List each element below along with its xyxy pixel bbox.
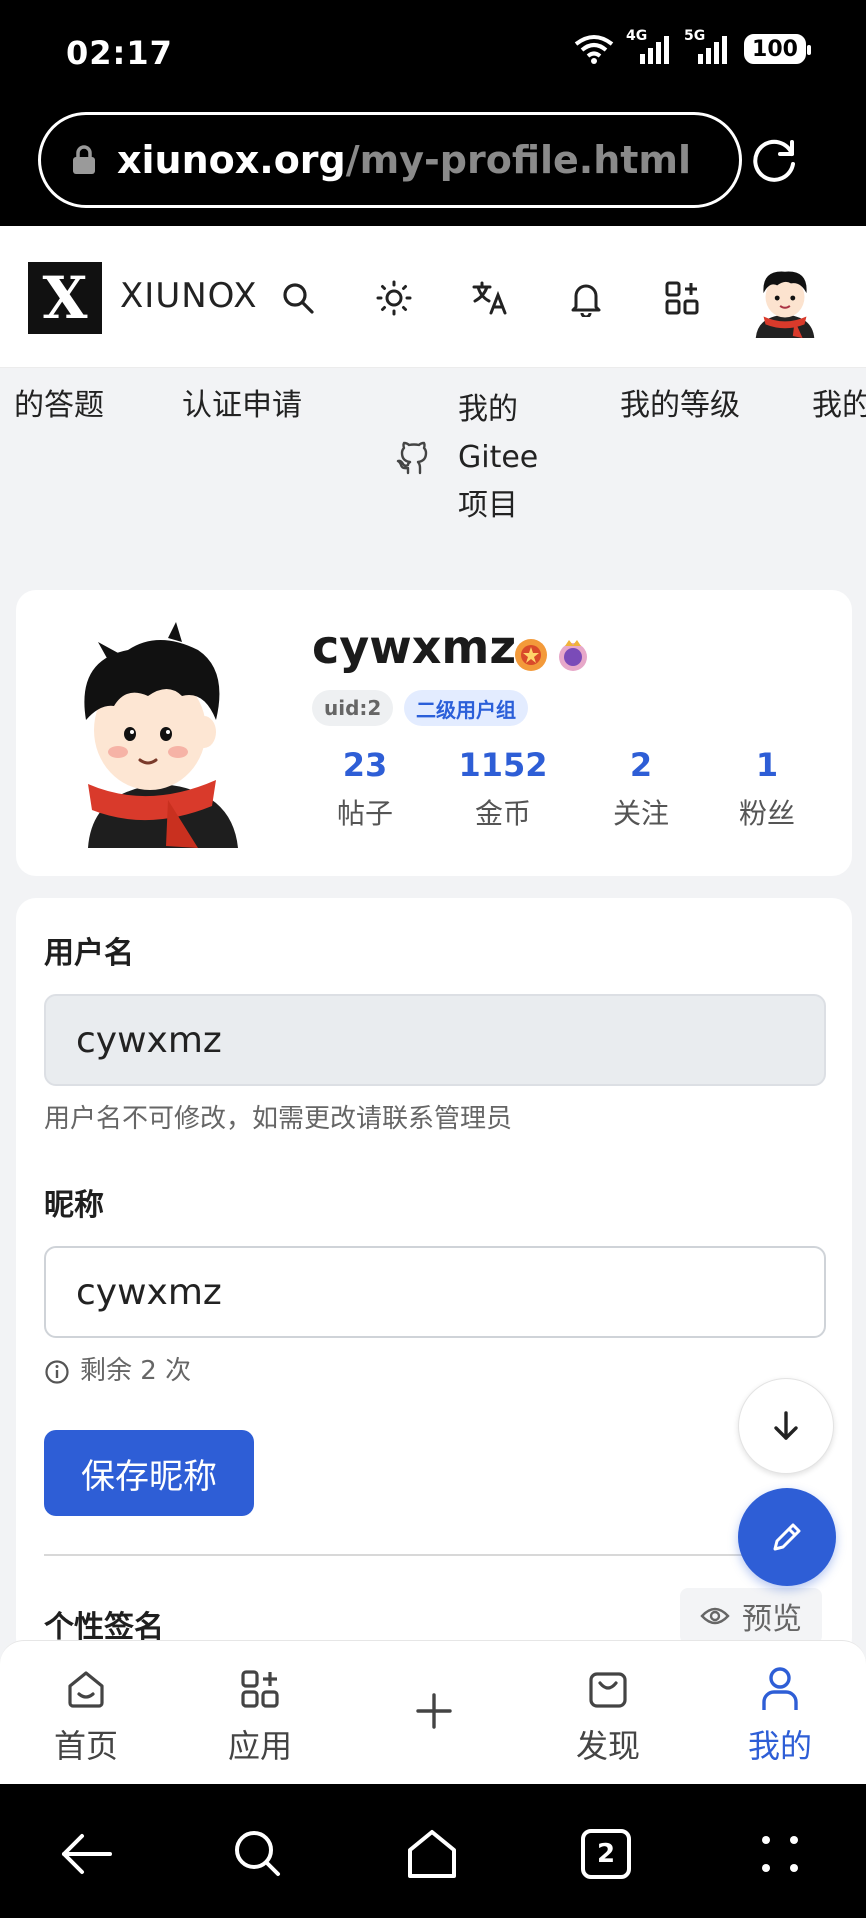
search-nav-icon[interactable] [230,1826,286,1882]
signal-4g-label: 4G [626,28,648,44]
uid-badge: uid:2 [312,690,394,726]
subnav-verification[interactable]: 认证申请 [182,382,302,430]
tab-apps[interactable]: 应用 [200,1667,320,1767]
logo-letter: X [42,264,88,332]
reload-icon[interactable] [748,134,800,186]
tab-mine-label: 我的 [747,1727,812,1765]
profile-avatar [48,620,276,848]
preview-button[interactable]: 预览 [680,1588,822,1644]
tab-home-label: 首页 [53,1727,118,1765]
theme-sun-icon[interactable] [372,276,416,320]
subnav-gitee-line2[interactable]: Gitee [458,434,538,482]
subnav-gitee-line1[interactable]: 我的 [458,386,518,434]
user-avatar[interactable] [746,260,824,338]
info-icon [45,1359,69,1384]
save-nickname-button[interactable]: 保存昵称 [44,1430,254,1516]
stat-followers-label: 粉丝 [738,797,795,830]
stat-coins-label: 金币 [474,797,531,830]
arrow-down-icon [774,1411,798,1440]
stat-following[interactable]: 2 关注 [586,746,696,832]
bottom-tab-bar: 首页 应用 发现 我的 [0,1640,866,1784]
profile-username: cywxmz [312,620,517,674]
back-icon[interactable] [58,1826,114,1882]
stat-posts[interactable]: 23 帖子 [310,746,420,832]
apps-icon [241,1670,279,1708]
subnav-my-level[interactable]: 我的等级 [620,382,740,430]
remaining-hint: 剩余 2 次 [44,1350,191,1387]
profile-form: 用户名 cywxmz 用户名不可修改，如需更改请联系管理员 昵称 cywxmz … [16,898,852,1658]
nickname-label: 昵称 [44,1188,104,1223]
remaining-hint-text: 剩余 2 次 [80,1356,192,1386]
signal-5g-icon: 5G [684,28,730,64]
crown-medal-icon [559,640,587,671]
profile-subnav: 的答题 认证申请 我的 Gitee 项目 我的等级 我的 [0,368,866,558]
shopping-bag-icon [589,1672,627,1708]
browser-toolbar: xiunox.org/my-profile.html [0,110,866,226]
tabs-count-icon[interactable]: 2 [578,1826,634,1882]
stat-posts-label: 帖子 [336,797,393,830]
status-icons: 4G 5G 100 [574,28,811,64]
search-icon[interactable] [276,276,320,320]
home-nav-icon[interactable] [404,1826,460,1882]
url-text: xiunox.org/my-profile.html [117,138,691,182]
stat-following-label: 关注 [612,797,669,830]
battery-indicator: 100 [744,34,811,64]
pencil-icon [773,1523,801,1551]
signal-5g-label: 5G [684,28,706,44]
lock-icon [73,145,95,174]
apps-grid-icon[interactable] [660,276,704,320]
tab-apps-label: 应用 [227,1727,292,1765]
username-hint: 用户名不可修改，如需更改请联系管理员 [44,1104,513,1134]
subnav-more[interactable]: 我的 [812,382,866,430]
translate-icon[interactable] [468,276,512,320]
preview-label: 预览 [742,1602,802,1637]
signal-4g-icon: 4G [626,28,672,64]
tab-home[interactable]: 首页 [26,1667,146,1767]
site-header: X XIUNOX [0,226,866,368]
eye-icon [700,1607,730,1625]
user-group-badge: 二级用户组 [404,690,528,726]
system-nav-bar: 2 [0,1784,866,1918]
wifi-icon [574,35,614,64]
home-icon [68,1671,104,1708]
subnav-my-answers[interactable]: 的答题 [14,382,104,430]
nickname-input[interactable]: cywxmz [44,1246,826,1338]
scroll-down-button[interactable] [738,1378,834,1474]
edit-fab-button[interactable] [738,1488,836,1586]
stat-following-value: 2 [629,746,653,784]
username-label: 用户名 [44,936,134,971]
url-path: /my-profile.html [345,138,692,182]
profile-card: cywxmz uid:2 二级用户组 23 帖子 1152 金币 2 关注 1 … [16,590,852,876]
subnav-gitee-line3[interactable]: 项目 [458,482,518,530]
stat-coins-value: 1152 [458,746,548,784]
tab-discover-label: 发现 [575,1727,640,1765]
user-icon [762,1667,798,1710]
stat-followers[interactable]: 1 粉丝 [712,746,822,832]
bell-icon[interactable] [564,276,608,320]
stat-coins[interactable]: 1152 金币 [448,746,558,832]
section-divider [44,1554,826,1556]
medal-icon [515,639,547,671]
address-bar[interactable]: xiunox.org/my-profile.html [38,112,742,208]
menu-dots-icon[interactable] [752,1826,808,1882]
tab-mine[interactable]: 我的 [720,1667,840,1767]
status-bar: 02:17 4G 5G 100 [0,0,866,110]
brand-name[interactable]: XIUNOX [120,276,258,316]
url-host: xiunox.org [117,138,346,182]
stat-followers-value: 1 [755,746,779,784]
username-field: cywxmz [44,994,826,1086]
site-logo[interactable]: X [28,262,102,334]
plus-icon[interactable] [410,1687,458,1735]
status-time: 02:17 [66,34,173,72]
stat-posts-value: 23 [342,746,388,784]
tab-discover[interactable]: 发现 [548,1667,668,1767]
tabs-count: 2 [581,1829,631,1879]
github-icon [396,441,428,475]
